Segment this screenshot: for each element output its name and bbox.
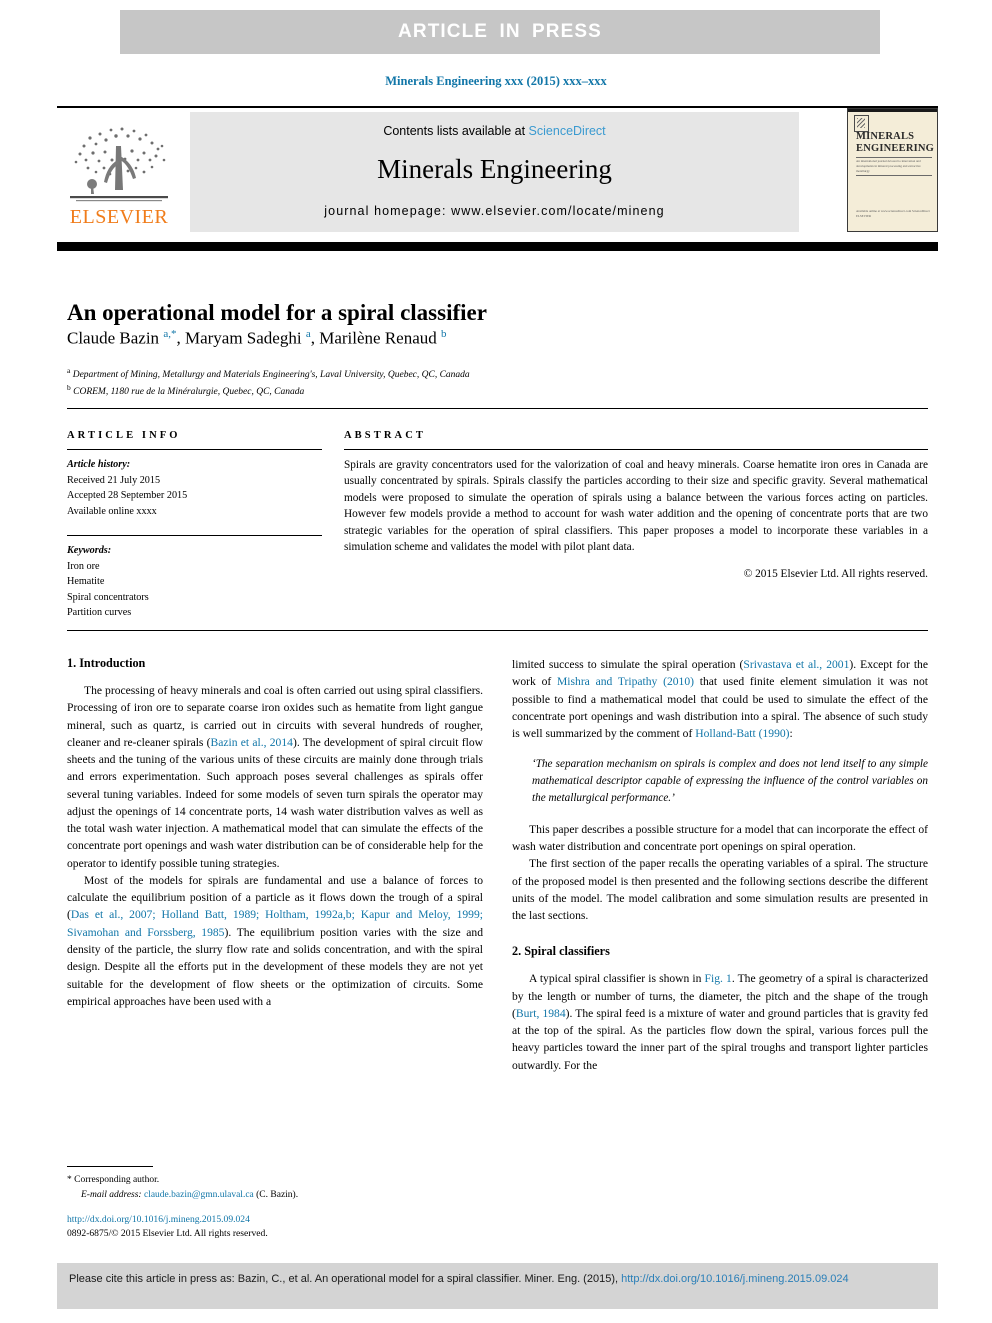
citation-prefix: Please cite this article in press as: Ba… (69, 1273, 622, 1285)
abstract-heading: ABSTRACT (344, 430, 426, 441)
article-in-press-label: ARTICLE IN PRESS (398, 21, 602, 42)
article-received: Received 21 July 2015 (67, 474, 161, 486)
footnote-star-icon: * (67, 1175, 72, 1185)
figure-ref[interactable]: Fig. 1 (705, 972, 732, 985)
article-info-rule (67, 449, 322, 450)
article-info-column: ARTICLE INFO Article history: Received 2… (67, 430, 322, 621)
section-heading-introduction: 1. Introduction (67, 656, 146, 670)
right-paragraph-1: limited success to simulate the spiral o… (512, 658, 928, 741)
article-accepted: Accepted 28 September 2015 (67, 490, 188, 501)
journal-cover-thumbnail[interactable]: MINERALS ENGINEERING An international jo… (847, 108, 938, 232)
affiliation-b: b COREM, 1180 rue de la Minéralurgie, Qu… (67, 383, 917, 400)
keyword-item: Hematite (67, 576, 105, 587)
author-list: Claude Bazin a,*, Maryam Sadeghi a, Mari… (67, 328, 447, 348)
contents-lists-prefix: Contents lists available at (383, 124, 529, 138)
intro-paragraph-1: The processing of heavy minerals and coa… (67, 684, 483, 870)
footnote-email-label: E-mail address: (81, 1189, 142, 1200)
issn-copyright-line: 0892-6875/© 2015 Elsevier Ltd. All right… (67, 1228, 268, 1240)
keyword-item: Iron ore (67, 560, 100, 572)
corresponding-author-footnote: * Corresponding author. E-mail address: … (67, 1166, 483, 1202)
page-title: An operational model for a spiral classi… (67, 300, 487, 326)
citation-ref[interactable]: Bazin et al., 2014 (211, 736, 293, 749)
rule-below-affiliations (67, 408, 928, 409)
rule-below-abstract (67, 630, 928, 631)
abstract-copyright: © 2015 Elsevier Ltd. All rights reserved… (743, 567, 928, 580)
cover-subtitle: An international journal devoted to inno… (856, 159, 921, 173)
cover-title-line-2: ENGINEERING (856, 142, 935, 154)
sciencedirect-link[interactable]: ScienceDirect (529, 124, 606, 138)
affiliation-a-text: Department of Mining, Metallurgy and Mat… (72, 370, 470, 381)
right-paragraph-2: This paper describes a possible structur… (512, 822, 928, 853)
footnote-rule (67, 1166, 153, 1167)
intro-paragraph-2: Most of the models for spirals are funda… (67, 873, 483, 1008)
doi-link[interactable]: http://dx.doi.org/10.1016/j.mineng.2015.… (67, 1213, 567, 1227)
journal-homepage-line[interactable]: journal homepage: www.elsevier.com/locat… (190, 204, 799, 218)
cover-rule-lower (856, 175, 932, 176)
journal-masthead: ELSEVIER Contents lists available at Sci… (57, 106, 938, 234)
keyword-item: Partition curves (67, 607, 132, 618)
elsevier-tree-icon (70, 127, 168, 202)
footnote-email-link[interactable]: claude.bazin@gmn.ulaval.ca (144, 1190, 254, 1200)
cover-elsevier-mini-icon (854, 115, 869, 132)
doi-issn-block: http://dx.doi.org/10.1016/j.mineng.2015.… (67, 1213, 567, 1242)
cover-title-line-1: MINERALS (856, 131, 915, 142)
footnote-corresponding-line: * Corresponding author. (67, 1173, 483, 1188)
journal-title: Minerals Engineering (377, 154, 612, 184)
body-column-left: 1. Introduction The processing of heavy … (67, 656, 483, 1010)
citation-doi-link[interactable]: http://dx.doi.org/10.1016/j.mineng.2015.… (621, 1273, 849, 1285)
article-history-block: Article history: Received 21 July 2015 A… (67, 457, 322, 519)
affiliations: a Department of Mining, Metallurgy and M… (67, 366, 917, 399)
masthead-black-band (57, 242, 938, 251)
article-info-heading: ARTICLE INFO (67, 430, 181, 441)
abstract-rule (344, 449, 928, 450)
journal-reference-line: Minerals Engineering xxx (2015) xxx–xxx (385, 74, 607, 88)
footnote-body: * Corresponding author. E-mail address: … (67, 1173, 483, 1202)
cover-top-rule (848, 109, 937, 112)
contents-lists-line: Contents lists available at ScienceDirec… (190, 124, 799, 138)
article-available-online: Available online xxxx (67, 505, 157, 517)
masthead-top-rule (57, 106, 938, 108)
citation-ref[interactable]: Mishra and Tripathy (2010) (557, 675, 694, 688)
cover-footer: Available online at www.sciencedirect.co… (856, 209, 930, 219)
affiliation-b-marker: b (67, 382, 71, 392)
section-heading-spiral-classifiers: 2. Spiral classifiers (512, 944, 610, 959)
keywords-label: Keywords: (67, 545, 112, 556)
citation-ref[interactable]: Srivastava et al., 2001 (743, 658, 849, 671)
affiliation-a-marker: a (67, 366, 71, 375)
right-paragraph-3: The first section of the paper recalls t… (512, 857, 928, 923)
cover-rule-upper (856, 157, 932, 158)
elsevier-logo: ELSEVIER (60, 116, 178, 234)
article-in-press-banner: ARTICLE IN PRESS (120, 10, 880, 54)
abstract-text: Spirals are gravity concentrators used f… (344, 459, 928, 554)
body-column-right: limited success to simulate the spiral o… (512, 656, 928, 1074)
citation-ref[interactable]: Das et al., 2007; Holland Batt, 1989; Ho… (67, 908, 483, 938)
citation-text: Please cite this article in press as: Ba… (69, 1271, 926, 1288)
affiliation-a: a Department of Mining, Metallurgy and M… (67, 366, 917, 383)
cover-title: MINERALS ENGINEERING (856, 131, 934, 155)
keywords-rule (67, 535, 322, 536)
affiliation-b-text: COREM, 1180 rue de la Minéralurgie, Queb… (73, 386, 305, 397)
footnote-email-suffix: (C. Bazin). (256, 1189, 299, 1200)
abstract-column: ABSTRACT Spirals are gravity concentrato… (344, 430, 928, 580)
keyword-item: Spiral concentrators (67, 591, 149, 603)
elsevier-wordmark: ELSEVIER (69, 206, 169, 228)
holland-batt-blockquote: ‘The separation mechanism on spirals is … (532, 758, 928, 804)
footnote-email-line: E-mail address: claude.bazin@gmn.ulaval.… (67, 1188, 483, 1203)
footnote-corresponding-text: Corresponding author. (74, 1175, 160, 1185)
masthead-center-panel: Contents lists available at ScienceDirec… (190, 112, 799, 232)
citation-ref[interactable]: Burt, 1984 (516, 1007, 566, 1020)
spiral-paragraph-1: A typical spiral classifier is shown in … (512, 972, 929, 1072)
citation-ref[interactable]: Holland-Batt (1990) (695, 727, 789, 740)
keywords-block: Keywords: Iron ore Hematite Spiral conce… (67, 543, 322, 621)
citation-footer-box: Please cite this article in press as: Ba… (57, 1263, 938, 1309)
article-history-label: Article history: (67, 459, 131, 470)
